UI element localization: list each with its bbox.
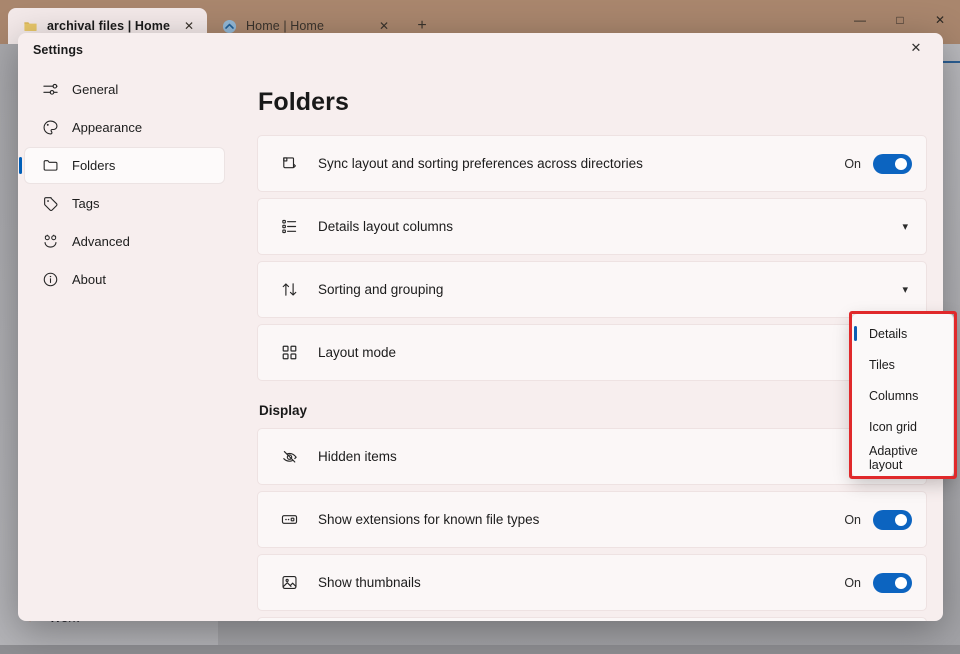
info-circle-icon bbox=[42, 271, 59, 288]
palette-icon bbox=[42, 119, 59, 136]
tab-title: archival files | Home bbox=[47, 19, 171, 33]
toggle-state-text: On bbox=[844, 156, 861, 171]
sidebar-item-label: General bbox=[72, 82, 119, 97]
setting-row-show-extensions[interactable]: Show extensions for known file types On bbox=[257, 491, 927, 548]
setting-row-sorting-grouping[interactable]: Sorting and grouping ▾ bbox=[257, 261, 927, 318]
setting-control: On bbox=[844, 153, 912, 174]
sidebar-item-label: Appearance bbox=[72, 120, 143, 135]
sidebar-item-label: Advanced bbox=[72, 234, 130, 249]
toggle-state-text: On bbox=[844, 512, 861, 527]
setting-row-show-checkboxes[interactable]: Show checkboxes when selecting items Off bbox=[257, 617, 927, 621]
setting-control: ▾ bbox=[902, 220, 912, 233]
gears-icon bbox=[42, 233, 59, 250]
chevron-down-icon[interactable]: ▾ bbox=[902, 283, 912, 296]
setting-row-details-layout-columns[interactable]: Details layout columns ▾ bbox=[257, 198, 927, 255]
grid-squares-icon bbox=[278, 342, 300, 364]
chevron-down-icon[interactable]: ▾ bbox=[902, 220, 912, 233]
layout-mode-menu: Details Tiles Columns Icon grid Adaptive… bbox=[851, 313, 954, 478]
background-bottom-strip bbox=[0, 645, 960, 654]
tag-outline-icon bbox=[42, 195, 59, 212]
setting-label: Sorting and grouping bbox=[318, 282, 444, 297]
menu-item-adaptive-layout[interactable]: Adaptive layout bbox=[855, 442, 950, 473]
setting-label: Layout mode bbox=[318, 345, 397, 360]
sidebar-item-label: Tags bbox=[72, 196, 100, 211]
toggle-state-text: On bbox=[844, 575, 861, 590]
sidebar-item-advanced[interactable]: Advanced bbox=[25, 224, 224, 259]
sidebar-item-folders[interactable]: Folders bbox=[19, 148, 224, 183]
settings-header: Settings ✕ bbox=[18, 33, 943, 66]
setting-label: Hidden items bbox=[318, 449, 397, 464]
settings-close-button[interactable]: ✕ bbox=[897, 34, 935, 62]
sidebar-item-about[interactable]: About bbox=[25, 262, 224, 297]
screen: Home Work bbox=[0, 0, 960, 654]
menu-item-tiles[interactable]: Tiles bbox=[855, 349, 950, 380]
setting-row-show-thumbnails[interactable]: Show thumbnails On bbox=[257, 554, 927, 611]
menu-item-label: Tiles bbox=[869, 357, 895, 372]
sidebar-item-label: About bbox=[72, 272, 106, 287]
menu-item-icon-grid[interactable]: Icon grid bbox=[855, 411, 950, 442]
setting-label: Show thumbnails bbox=[318, 575, 421, 590]
sync-layout-icon bbox=[278, 153, 300, 175]
toggle-switch[interactable] bbox=[873, 509, 912, 530]
folder-icon bbox=[22, 18, 38, 34]
setting-row-layout-mode[interactable]: Layout mode bbox=[257, 324, 927, 381]
toggle-switch[interactable] bbox=[873, 153, 912, 174]
settings-dialog: Settings ✕ General Appearance Folders Ta… bbox=[18, 33, 943, 621]
tab-title: Home | Home bbox=[246, 19, 324, 33]
list-columns-icon bbox=[278, 216, 300, 238]
menu-item-label: Icon grid bbox=[869, 419, 917, 434]
sort-arrows-icon bbox=[278, 279, 300, 301]
toggle-switch[interactable] bbox=[873, 572, 912, 593]
menu-item-label: Details bbox=[869, 326, 908, 341]
setting-label: Sync layout and sorting preferences acro… bbox=[318, 156, 643, 171]
eye-off-icon bbox=[278, 446, 300, 468]
sidebar-item-label: Folders bbox=[72, 158, 116, 173]
setting-row-hidden-items[interactable]: Hidden items bbox=[257, 428, 927, 485]
sliders-icon bbox=[42, 81, 59, 98]
settings-body: General Appearance Folders Tags Advanced… bbox=[18, 66, 943, 621]
menu-item-label: Adaptive layout bbox=[869, 443, 918, 472]
sidebar-item-tags[interactable]: Tags bbox=[25, 186, 224, 221]
setting-control: ▾ bbox=[902, 283, 912, 296]
setting-control: On bbox=[844, 509, 912, 530]
menu-item-label: Columns bbox=[869, 388, 919, 403]
chevron-up-badge-icon bbox=[221, 18, 237, 34]
sidebar-item-general[interactable]: General bbox=[25, 72, 224, 107]
settings-content: Folders Sync layout and sorting preferen… bbox=[232, 66, 943, 621]
menu-item-details[interactable]: Details bbox=[854, 318, 950, 349]
setting-control: On bbox=[844, 572, 912, 593]
menu-item-columns[interactable]: Columns bbox=[855, 380, 950, 411]
extension-icon bbox=[278, 509, 300, 531]
setting-label: Details layout columns bbox=[318, 219, 454, 234]
setting-row-sync-layout[interactable]: Sync layout and sorting preferences acro… bbox=[257, 135, 927, 192]
sidebar-item-appearance[interactable]: Appearance bbox=[25, 110, 224, 145]
setting-label: Show extensions for known file types bbox=[318, 512, 540, 527]
page-title: Folders bbox=[258, 88, 349, 116]
settings-title: Settings bbox=[33, 42, 84, 57]
settings-nav: General Appearance Folders Tags Advanced… bbox=[18, 66, 232, 621]
section-heading-display: Display bbox=[259, 403, 308, 418]
folder-outline-icon bbox=[42, 157, 59, 174]
image-icon bbox=[278, 572, 300, 594]
